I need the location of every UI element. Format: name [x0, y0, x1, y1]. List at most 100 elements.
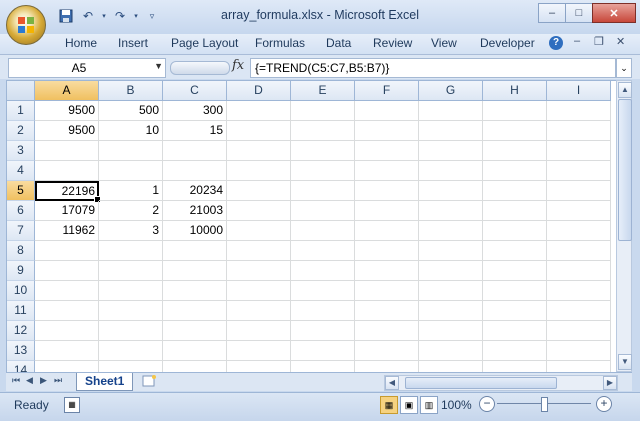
cell-g1[interactable] [419, 101, 483, 121]
cell-h9[interactable] [483, 261, 547, 281]
zoom-in-button[interactable]: + [596, 396, 612, 412]
cell-f5[interactable] [355, 181, 419, 201]
scroll-right-icon[interactable]: ▶ [603, 376, 617, 390]
prev-sheet-icon[interactable]: ◀ [26, 375, 33, 386]
row-header-2[interactable]: 2 [7, 121, 35, 141]
cell-c11[interactable] [163, 301, 227, 321]
cell-d1[interactable] [227, 101, 291, 121]
cell-b5[interactable]: 1 [99, 181, 163, 201]
cell-b9[interactable] [99, 261, 163, 281]
cell-f11[interactable] [355, 301, 419, 321]
normal-view-icon[interactable]: ▦ [380, 396, 398, 414]
tab-data[interactable]: Data [326, 36, 351, 50]
help-icon[interactable]: ? [549, 36, 563, 50]
sheet-tab-sheet1[interactable]: Sheet1 [76, 373, 134, 391]
cell-b4[interactable] [99, 161, 163, 181]
cell-h6[interactable] [483, 201, 547, 221]
cell-c8[interactable] [163, 241, 227, 261]
cell-h10[interactable] [483, 281, 547, 301]
tab-home[interactable]: Home [65, 36, 97, 50]
horizontal-scroll-thumb[interactable] [405, 377, 557, 389]
cell-f4[interactable] [355, 161, 419, 181]
cell-h8[interactable] [483, 241, 547, 261]
vertical-scrollbar[interactable]: ▲ ▼ [616, 80, 632, 372]
macro-recording-icon[interactable]: ▦ [64, 397, 80, 413]
cell-e7[interactable] [291, 221, 355, 241]
cell-c13[interactable] [163, 341, 227, 361]
cell-f7[interactable] [355, 221, 419, 241]
cell-e5[interactable] [291, 181, 355, 201]
cell-e12[interactable] [291, 321, 355, 341]
row-header-10[interactable]: 10 [7, 281, 35, 301]
cell-g12[interactable] [419, 321, 483, 341]
vertical-scroll-thumb[interactable] [618, 99, 632, 241]
row-header-7[interactable]: 7 [7, 221, 35, 241]
cell-b7[interactable]: 3 [99, 221, 163, 241]
cell-b13[interactable] [99, 341, 163, 361]
insert-sheet-icon[interactable] [142, 374, 160, 389]
cell-a7[interactable]: 11962 [35, 221, 99, 241]
column-header-c[interactable]: C [163, 81, 227, 101]
workbook-minimize-button[interactable]: – [574, 35, 580, 47]
cell-b12[interactable] [99, 321, 163, 341]
zoom-out-button[interactable]: − [479, 396, 495, 412]
cell-c12[interactable] [163, 321, 227, 341]
cell-d4[interactable] [227, 161, 291, 181]
cell-h12[interactable] [483, 321, 547, 341]
cell-a10[interactable] [35, 281, 99, 301]
insert-function-icon[interactable]: fx [232, 58, 244, 73]
scroll-left-icon[interactable]: ◀ [385, 376, 399, 390]
cell-c6[interactable]: 21003 [163, 201, 227, 221]
cell-b1[interactable]: 500 [99, 101, 163, 121]
cell-c9[interactable] [163, 261, 227, 281]
workbook-restore-button[interactable]: ❐ [594, 35, 604, 48]
cell-d10[interactable] [227, 281, 291, 301]
next-sheet-icon[interactable]: ▶ [40, 375, 47, 386]
cell-a2[interactable]: 9500 [35, 121, 99, 141]
page-layout-view-icon[interactable]: ▣ [400, 396, 418, 414]
cell-b2[interactable]: 10 [99, 121, 163, 141]
cell-a1[interactable]: 9500 [35, 101, 99, 121]
cell-g2[interactable] [419, 121, 483, 141]
cell-e9[interactable] [291, 261, 355, 281]
tab-view[interactable]: View [431, 36, 457, 50]
tab-developer[interactable]: Developer [480, 36, 535, 50]
cell-i4[interactable] [547, 161, 611, 181]
formula-bar-resize-handle[interactable] [170, 61, 230, 75]
office-button[interactable] [6, 5, 46, 45]
cell-d12[interactable] [227, 321, 291, 341]
cell-i6[interactable] [547, 201, 611, 221]
cell-g9[interactable] [419, 261, 483, 281]
column-header-e[interactable]: E [291, 81, 355, 101]
cell-d5[interactable] [227, 181, 291, 201]
tab-page-layout[interactable]: Page Layout [171, 36, 238, 50]
cell-e6[interactable] [291, 201, 355, 221]
cell-g5[interactable] [419, 181, 483, 201]
maximize-button[interactable]: □ [565, 3, 593, 23]
column-header-h[interactable]: H [483, 81, 547, 101]
cell-h4[interactable] [483, 161, 547, 181]
cell-d11[interactable] [227, 301, 291, 321]
cell-d7[interactable] [227, 221, 291, 241]
row-header-5[interactable]: 5 [7, 181, 35, 201]
cell-i10[interactable] [547, 281, 611, 301]
row-header-12[interactable]: 12 [7, 321, 35, 341]
cell-i2[interactable] [547, 121, 611, 141]
cell-e4[interactable] [291, 161, 355, 181]
cell-b6[interactable]: 2 [99, 201, 163, 221]
cell-h1[interactable] [483, 101, 547, 121]
cell-f13[interactable] [355, 341, 419, 361]
row-header-4[interactable]: 4 [7, 161, 35, 181]
cell-i5[interactable] [547, 181, 611, 201]
cell-g11[interactable] [419, 301, 483, 321]
cell-b11[interactable] [99, 301, 163, 321]
cell-i8[interactable] [547, 241, 611, 261]
row-header-3[interactable]: 3 [7, 141, 35, 161]
cell-a12[interactable] [35, 321, 99, 341]
cell-a3[interactable] [35, 141, 99, 161]
column-header-f[interactable]: F [355, 81, 419, 101]
cell-c1[interactable]: 300 [163, 101, 227, 121]
column-header-b[interactable]: B [99, 81, 163, 101]
cell-g8[interactable] [419, 241, 483, 261]
cell-f10[interactable] [355, 281, 419, 301]
